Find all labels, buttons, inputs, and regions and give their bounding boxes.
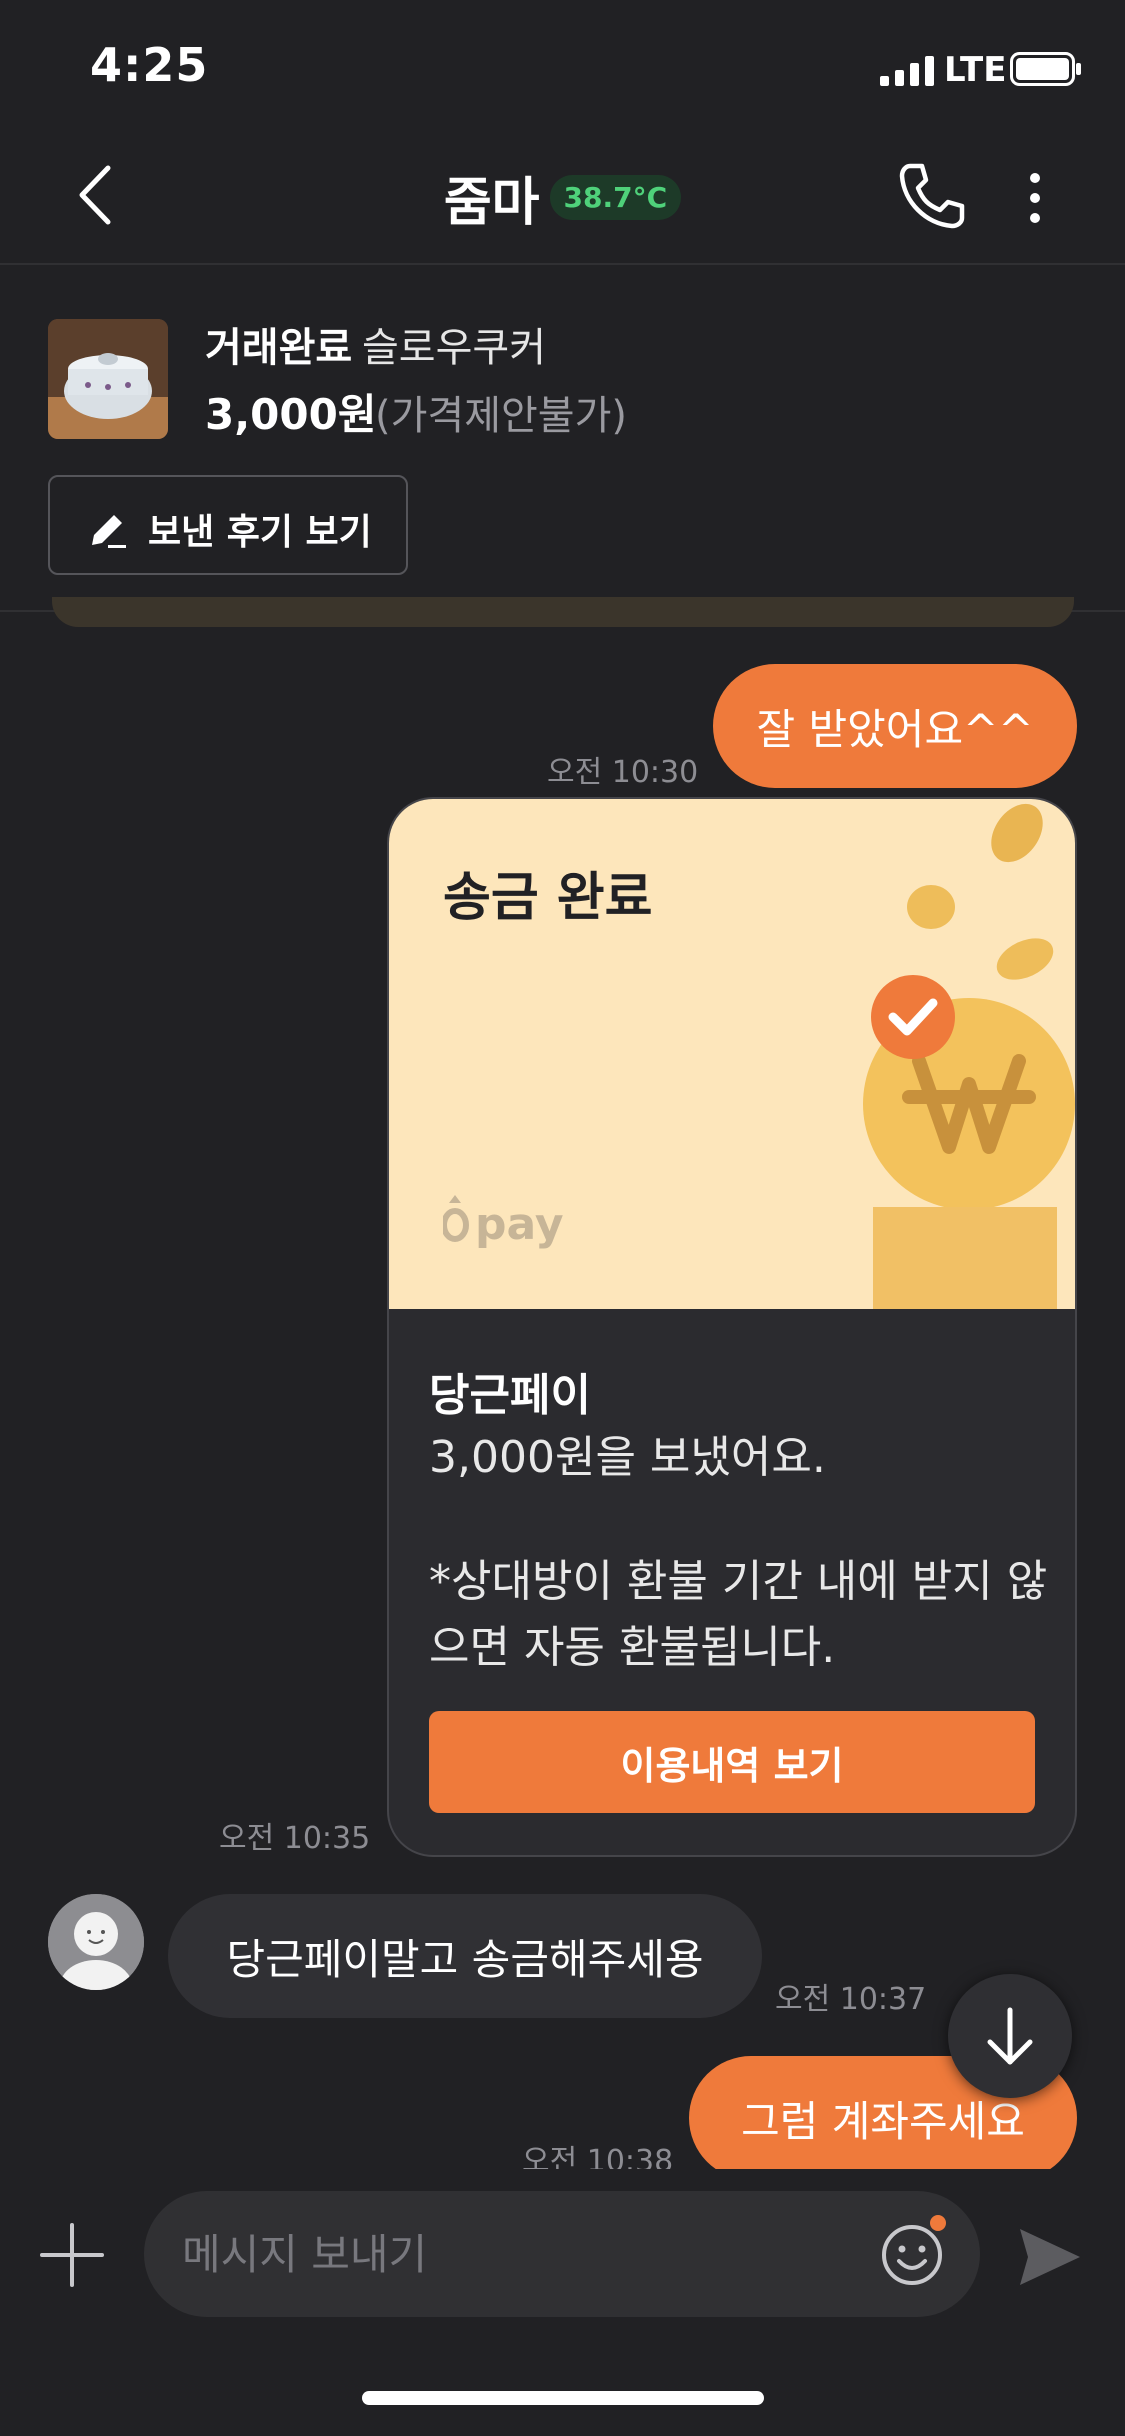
pay-transfer-card[interactable]: 송금 완료 pay 당근페이 3,000원을 보냈어요. *상대방이 환불 기간… — [387, 797, 1077, 1857]
home-indicator — [362, 2391, 764, 2405]
manner-temperature-badge: 38.7°C — [549, 175, 682, 220]
arrow-down-icon — [987, 2007, 1033, 2065]
pay-card-body: 당근페이 3,000원을 보냈어요. *상대방이 환불 기간 내에 받지 않으면… — [389, 1309, 1075, 1855]
pencil-icon — [92, 515, 126, 548]
status-bar: 4:25 LTE — [0, 0, 1125, 130]
pay-sent-text: 3,000원을 보냈어요. — [429, 1432, 826, 1483]
message-input[interactable] — [144, 2191, 980, 2317]
my-message-bubble[interactable]: 잘 받았어요^^ — [713, 664, 1077, 788]
product-price: 3,000원 — [205, 390, 377, 439]
message-timestamp: 오전 10:35 — [219, 1821, 371, 1856]
view-review-button[interactable]: 보낸 후기 보기 — [48, 475, 408, 575]
chat-header: 줌마 38.7°C — [0, 130, 1125, 265]
price-note: (가격제안불가) — [375, 393, 628, 439]
coin-illustration — [863, 803, 1075, 1309]
avatar[interactable] — [48, 1894, 144, 1990]
default-avatar-icon — [48, 1894, 144, 1990]
battery-icon — [1010, 52, 1081, 86]
trade-status: 거래완료 — [205, 325, 353, 371]
pay-logo-text: pay — [475, 1199, 564, 1249]
pay-refund-notice: *상대방이 환불 기간 내에 받지 않으면 자동 환불됩니다. — [429, 1556, 1048, 1673]
message-timestamp: 오전 10:30 — [547, 755, 699, 790]
message-timestamp: 오전 10:38 — [522, 2144, 674, 2169]
scroll-to-bottom-button[interactable] — [948, 1974, 1072, 2098]
pay-card-title: 송금 완료 — [443, 868, 653, 928]
phone-icon[interactable] — [896, 160, 966, 230]
emoji-new-dot — [930, 2215, 946, 2231]
network-label: LTE — [944, 50, 1007, 90]
view-review-label: 보낸 후기 보기 — [148, 512, 372, 553]
pay-logo: pay — [443, 1195, 564, 1249]
chat-partner-name: 줌마 — [443, 173, 540, 233]
chat-messages[interactable]: 잘 받았어요^^ 오전 10:30 송금 완료 pay 당근페이 3,000원을… — [0, 614, 1125, 2169]
partner-message-bubble[interactable]: 당근페이말고 송금해주세용 — [168, 1894, 762, 2018]
signal-icon — [880, 56, 934, 86]
plus-icon[interactable] — [38, 2221, 106, 2289]
view-history-button[interactable]: 이용내역 보기 — [429, 1711, 1035, 1813]
status-time: 4:25 — [90, 38, 209, 92]
product-info: 거래완료 슬로우쿠커 3,000원 (가격제안불가) 보낸 후기 보기 — [0, 267, 1125, 612]
product-name: 슬로우쿠커 — [362, 325, 546, 371]
message-composer — [0, 2169, 1125, 2329]
message-timestamp: 오전 10:37 — [775, 1982, 927, 2017]
pay-brand-name: 당근페이 — [429, 1370, 591, 1421]
slow-cooker-image — [48, 319, 168, 439]
more-vertical-icon[interactable] — [1010, 168, 1060, 228]
product-thumbnail[interactable] — [48, 319, 168, 439]
pay-card-banner: 송금 완료 pay — [389, 799, 1075, 1309]
send-icon[interactable] — [1014, 2221, 1086, 2293]
